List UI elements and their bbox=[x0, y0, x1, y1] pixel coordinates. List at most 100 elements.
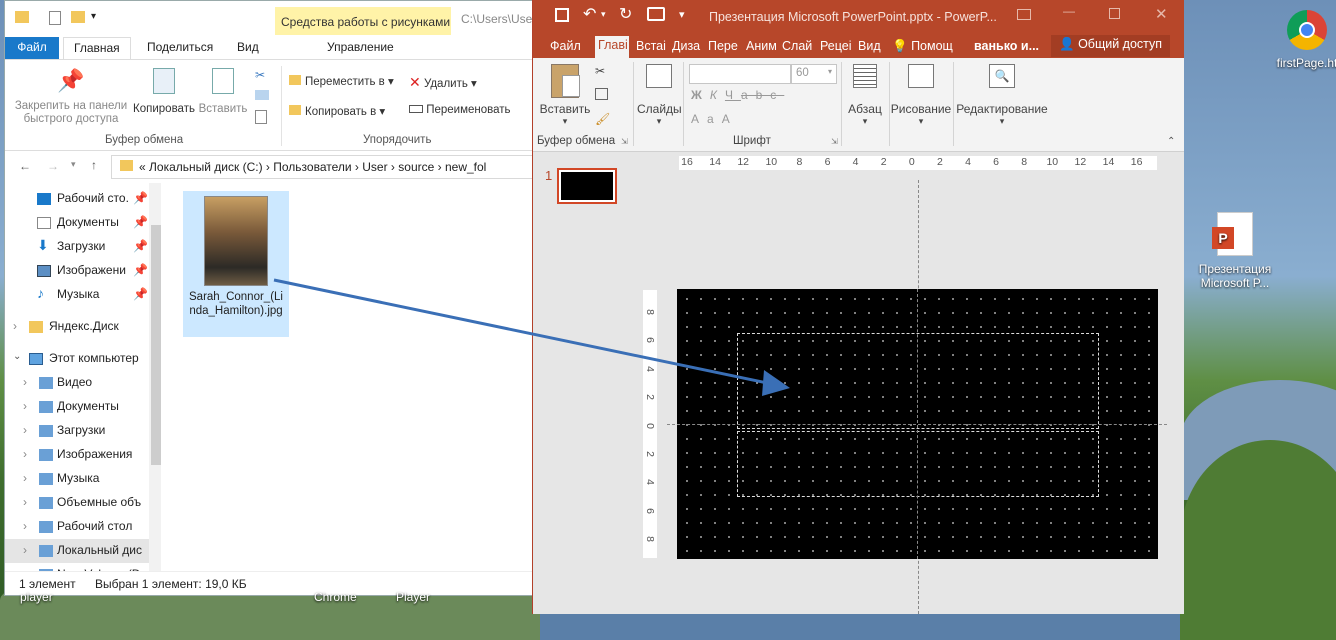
title-placeholder[interactable] bbox=[737, 333, 1099, 429]
nav-item-pc-0[interactable]: › Видео bbox=[5, 371, 149, 395]
slide-thumbnail[interactable] bbox=[557, 168, 617, 204]
breadcrumb-0[interactable]: Локальный диск (C:) bbox=[149, 160, 263, 174]
font-name-box[interactable] bbox=[689, 64, 791, 84]
maximize-icon[interactable] bbox=[1109, 8, 1120, 19]
nav-scrollbar[interactable] bbox=[149, 183, 161, 573]
tab-view[interactable]: Вид bbox=[855, 37, 884, 55]
tab-review[interactable]: Рецеі bbox=[817, 37, 851, 55]
tab-manage[interactable]: Управление bbox=[317, 37, 404, 59]
nav-item-this-pc[interactable]: ⌄ Этот компьютер bbox=[5, 347, 149, 371]
tab-design[interactable]: Диза bbox=[669, 37, 701, 55]
nav-item-documents[interactable]: Документы 📌 bbox=[5, 211, 149, 235]
tab-animations[interactable]: Аним bbox=[743, 37, 777, 55]
tab-tell-me[interactable]: 💡 Помощ bbox=[889, 37, 956, 56]
nav-item-pc-7[interactable]: › Локальный дис bbox=[5, 539, 149, 563]
format-painter-icon[interactable]: 🖌 bbox=[595, 112, 610, 126]
tab-insert[interactable]: Встаі bbox=[633, 37, 667, 55]
pptx-desktop-icon[interactable]: P Презентация Microsoft P... bbox=[1196, 212, 1274, 290]
bold-icon[interactable]: Ж bbox=[691, 88, 710, 102]
copy-button[interactable]: Копировать bbox=[129, 68, 199, 115]
case-icon[interactable]: Aa bbox=[691, 112, 722, 126]
nav-item-pc-1[interactable]: › Документы bbox=[5, 395, 149, 419]
move-to-button[interactable]: Переместить в ▾ bbox=[289, 74, 394, 88]
properties-icon[interactable] bbox=[49, 11, 61, 25]
breadcrumb-2[interactable]: User bbox=[362, 160, 387, 174]
copy-path-icon[interactable] bbox=[255, 90, 269, 100]
subtitle-placeholder[interactable] bbox=[737, 431, 1099, 497]
new-folder-icon[interactable] bbox=[71, 11, 85, 23]
qat-dropdown-icon[interactable]: ▾ bbox=[91, 11, 96, 22]
copy-icon[interactable] bbox=[595, 88, 608, 100]
rename-button[interactable]: Переименовать bbox=[409, 104, 511, 116]
cut-icon[interactable]: ✂ bbox=[255, 68, 265, 82]
editing-button[interactable]: 🔍 Редактирование ▾ bbox=[955, 64, 1049, 127]
expand-icon[interactable]: › bbox=[23, 447, 27, 461]
nav-scrollbar-thumb[interactable] bbox=[151, 225, 161, 465]
history-dropdown-icon[interactable]: ▾ bbox=[71, 159, 76, 170]
paste-shortcut-icon[interactable] bbox=[255, 110, 267, 124]
font-size-box[interactable]: 60 ▾ bbox=[791, 64, 837, 84]
tab-file[interactable]: Файл bbox=[547, 37, 584, 55]
font-color-icon[interactable]: A bbox=[722, 112, 738, 126]
breadcrumb-4[interactable]: new_fol bbox=[445, 160, 486, 174]
chrome-desktop-icon[interactable]: firstPage.ht bbox=[1272, 10, 1336, 70]
collapse-icon[interactable]: ⌄ bbox=[13, 351, 21, 362]
nav-item-yandex-disk[interactable]: › Яндекс.Диск bbox=[5, 315, 149, 339]
nav-item-music[interactable]: ♪ Музыка 📌 bbox=[5, 283, 149, 307]
share-button[interactable]: 👤 Общий доступ bbox=[1051, 35, 1171, 57]
expand-icon[interactable]: › bbox=[23, 375, 27, 389]
undo-dropdown-icon[interactable]: ▾ bbox=[601, 9, 606, 20]
expand-icon[interactable]: › bbox=[23, 519, 27, 533]
nav-item-pictures[interactable]: Изображени 📌 bbox=[5, 259, 149, 283]
expand-icon[interactable]: › bbox=[23, 471, 27, 485]
expand-icon[interactable]: › bbox=[23, 399, 27, 413]
redo-icon[interactable]: ↻ bbox=[619, 4, 632, 24]
paste-button[interactable]: Вставить bbox=[197, 68, 249, 115]
pin-quick-access-button[interactable]: 📌 Закрепить на панели быстрого доступа bbox=[9, 68, 133, 126]
forward-icon[interactable]: → bbox=[47, 159, 59, 173]
nav-item-downloads[interactable]: ⬇ Загрузки 📌 bbox=[5, 235, 149, 259]
tab-transitions[interactable]: Пере bbox=[705, 37, 739, 55]
undo-icon[interactable]: ↶ bbox=[583, 4, 596, 24]
ribbon-display-icon[interactable] bbox=[1017, 9, 1031, 20]
cut-icon[interactable]: ✂ bbox=[595, 64, 605, 78]
selected-file-item[interactable]: Sarah_Connor_(Linda_Hamilton).jpg bbox=[183, 191, 289, 337]
paste-button[interactable]: Вставить ▾ bbox=[537, 64, 593, 127]
up-icon[interactable]: ↑ bbox=[91, 158, 97, 172]
clipboard-launcher-icon[interactable]: ⇲ bbox=[621, 137, 628, 146]
italic-icon[interactable]: К bbox=[710, 88, 725, 102]
nav-item-pc-2[interactable]: › Загрузки bbox=[5, 419, 149, 443]
nav-item-pc-4[interactable]: › Музыка bbox=[5, 467, 149, 491]
save-icon[interactable] bbox=[555, 8, 569, 22]
address-field[interactable]: « Локальный диск (C:) › Пользователи › U… bbox=[111, 155, 533, 179]
collapse-ribbon-icon[interactable]: ⌃ bbox=[1167, 136, 1175, 147]
expand-icon[interactable]: › bbox=[23, 423, 27, 437]
account-name[interactable]: ванько и... bbox=[971, 37, 1042, 55]
nav-item-pc-6[interactable]: › Рабочий стол bbox=[5, 515, 149, 539]
breadcrumb-3[interactable]: source bbox=[398, 160, 434, 174]
tab-share[interactable]: Поделиться bbox=[137, 37, 223, 59]
copy-to-button[interactable]: Копировать в ▾ bbox=[289, 104, 385, 118]
breadcrumb-1[interactable]: Пользователи bbox=[273, 160, 351, 174]
font-launcher-icon[interactable]: ⇲ bbox=[831, 137, 838, 146]
nav-item-pc-5[interactable]: › Объемные объ bbox=[5, 491, 149, 515]
expand-icon[interactable]: › bbox=[13, 319, 17, 333]
underline-icon[interactable]: Ч bbox=[725, 88, 741, 102]
minimize-icon[interactable]: — bbox=[1063, 4, 1075, 18]
slides-button[interactable]: Слайды ▾ bbox=[637, 64, 682, 127]
tab-home[interactable]: Главі bbox=[595, 36, 629, 58]
close-icon[interactable]: ✕ bbox=[1155, 5, 1168, 23]
strike-icon[interactable]: abc bbox=[741, 88, 784, 102]
drawing-button[interactable]: Рисование ▾ bbox=[889, 64, 953, 127]
expand-icon[interactable]: › bbox=[23, 495, 27, 509]
customize-qat-icon[interactable]: ▾ bbox=[679, 8, 685, 21]
back-icon[interactable]: ← bbox=[19, 159, 31, 173]
nav-item-desktop[interactable]: Рабочий сто. 📌 bbox=[5, 187, 149, 211]
expand-icon[interactable]: › bbox=[23, 543, 27, 557]
tab-slideshow[interactable]: Слай bbox=[779, 37, 813, 55]
present-icon[interactable] bbox=[647, 7, 665, 21]
slide-canvas[interactable] bbox=[667, 289, 1167, 559]
tab-view[interactable]: Вид bbox=[227, 37, 269, 59]
tab-home[interactable]: Главная bbox=[63, 37, 131, 59]
tab-file[interactable]: Файл bbox=[5, 37, 59, 59]
